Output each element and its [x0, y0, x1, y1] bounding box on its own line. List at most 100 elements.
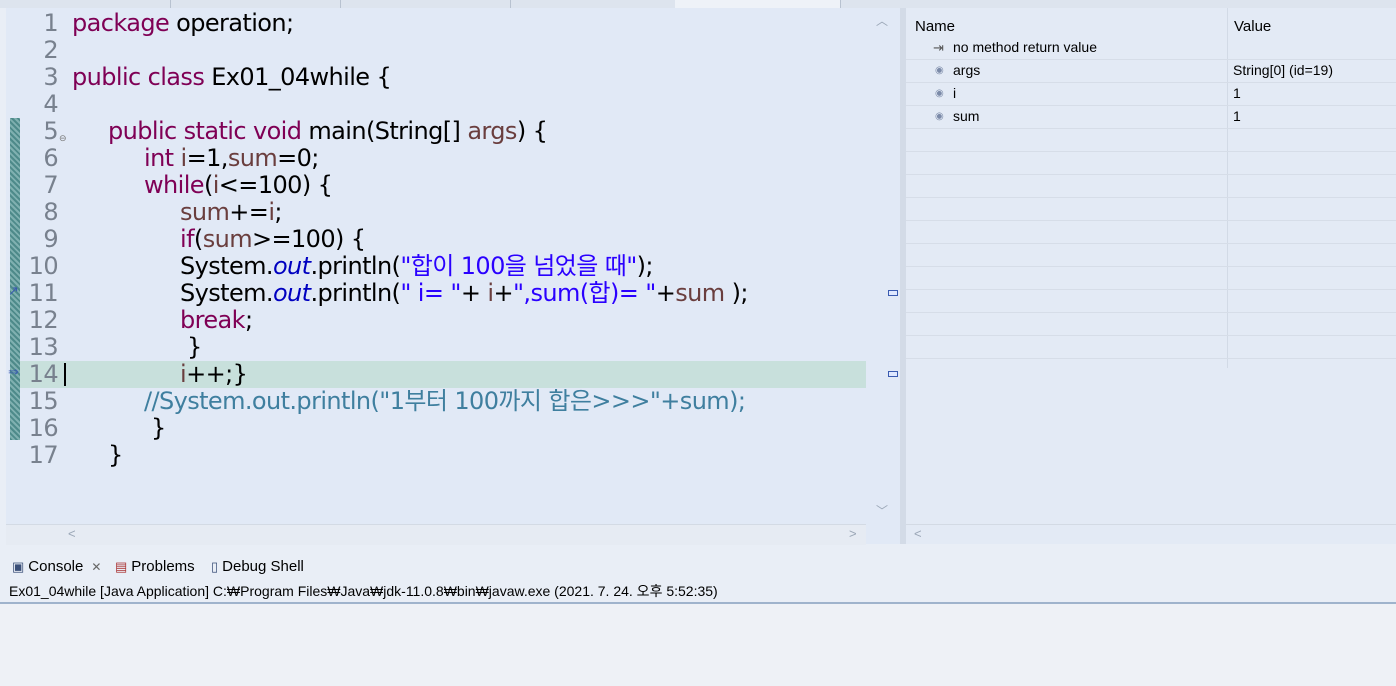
variable-row[interactable]: ◉ args String[0] (id=19) — [906, 59, 1396, 83]
code-line[interactable]: 7 while(i<=100) { — [20, 172, 866, 199]
code-token: ; — [244, 306, 253, 334]
code-line[interactable]: 12 break; — [20, 307, 866, 334]
code-line[interactable]: 9 if(sum>=100) { — [20, 226, 866, 253]
code-line[interactable]: 2 — [20, 37, 866, 64]
code-text: while(i<=100) { — [144, 171, 333, 199]
editor-tab[interactable] — [340, 0, 511, 8]
scroll-down-icon[interactable]: ﹀ — [876, 502, 888, 519]
code-line[interactable]: 1 package operation; — [20, 10, 866, 37]
code-line-current[interactable]: 14 i++;} — [20, 361, 866, 388]
scroll-right-icon[interactable]: > — [849, 526, 857, 541]
console-icon: ▣ — [12, 558, 25, 574]
code-token: " i= " — [400, 279, 461, 307]
empty-row — [906, 243, 1396, 267]
code-token: int — [144, 144, 174, 172]
overview-marker[interactable] — [888, 290, 898, 296]
variable-name: i — [953, 85, 957, 101]
close-icon[interactable]: ✕ — [91, 560, 101, 574]
column-header-value[interactable]: Value — [1234, 18, 1271, 35]
code-token: break — [180, 306, 246, 334]
tab-problems[interactable]: ▤ Problems — [115, 558, 195, 575]
editor-gutter[interactable]: ↗ ⇒ — [6, 8, 20, 528]
code-token: } — [144, 414, 166, 442]
editor-horizontal-scrollbar[interactable]: < > — [6, 524, 866, 545]
console-output-area[interactable] — [0, 604, 1396, 686]
editor-tab[interactable] — [510, 0, 676, 8]
empty-row — [906, 220, 1396, 244]
variable-row[interactable]: ◉ sum 1 — [906, 105, 1396, 129]
code-line[interactable]: 10 System.out.println("합이 100을 넘었을 때"); — [20, 253, 866, 280]
code-token: main(String[] — [301, 117, 468, 145]
editor-tab[interactable] — [170, 0, 341, 8]
tab-label: Debug Shell — [222, 558, 304, 575]
console-process-header: Ex01_04while [Java Application] C:₩Progr… — [0, 580, 1396, 604]
code-line[interactable]: 13 } — [20, 334, 866, 361]
code-text: public static void main(String[] args) { — [108, 117, 548, 145]
code-token: ; — [274, 198, 282, 226]
overview-marker[interactable] — [888, 371, 898, 377]
empty-row — [906, 174, 1396, 198]
editor-tab[interactable] — [0, 0, 171, 8]
code-token: sum — [675, 279, 725, 307]
scroll-left-icon[interactable]: < — [914, 526, 922, 541]
line-number: 2 — [43, 36, 58, 64]
code-line[interactable]: 17} — [20, 442, 866, 469]
code-token: ); — [636, 252, 654, 280]
code-token: += — [229, 198, 269, 226]
variables-view: Name Value ⇥ no method return value ◉ ar… — [906, 8, 1396, 544]
code-line[interactable]: 3 public class Ex01_04while { — [20, 64, 866, 91]
editor-tab-strip — [0, 0, 1396, 8]
scroll-left-icon[interactable]: < — [68, 526, 76, 541]
tab-debug-shell[interactable]: ▯ Debug Shell — [211, 558, 304, 575]
column-header-name[interactable]: Name — [915, 18, 955, 35]
code-token: } — [180, 333, 202, 361]
return-icon: ⇥ — [933, 40, 944, 55]
code-text: } — [180, 334, 202, 361]
variable-name: no method return value — [953, 39, 1097, 55]
empty-row — [906, 128, 1396, 152]
code-token: =0; — [277, 144, 319, 172]
code-line[interactable]: 8 sum+=i; — [20, 199, 866, 226]
tab-label: Problems — [131, 558, 195, 575]
variables-horizontal-scrollbar[interactable]: < — [906, 524, 1396, 545]
editor-tab-active[interactable] — [675, 0, 841, 8]
code-token: sum — [202, 225, 253, 253]
line-number: 4 — [43, 90, 58, 118]
code-line[interactable]: 16 } — [20, 415, 866, 442]
tab-console[interactable]: ▣ Console ✕ — [12, 558, 101, 575]
line-number: 17 — [28, 441, 59, 469]
line-number: 1 — [43, 9, 58, 37]
empty-row — [906, 312, 1396, 336]
local-variable-icon: ◉ — [935, 65, 944, 76]
variable-row[interactable]: ⇥ no method return value — [906, 36, 1396, 60]
code-token: sum — [180, 198, 230, 226]
breakpoint-range-marker — [10, 118, 20, 440]
variable-row[interactable]: ◉ i 1 — [906, 82, 1396, 106]
code-text-area[interactable]: 1 package operation; 2 3 public class Ex01_0… — [20, 10, 866, 469]
code-token: ); — [724, 279, 749, 307]
code-line[interactable]: 6 int i=1,sum=0; — [20, 145, 866, 172]
code-editor[interactable]: ↗ ⇒ 1 package operation; 2 3 public class Ex… — [6, 8, 900, 545]
scroll-up-icon[interactable]: ︿ — [876, 12, 888, 29]
variables-header: Name Value — [906, 12, 1396, 36]
code-line[interactable]: 11 System.out.println(" i= "+ i+",sum(합)=… — [20, 280, 866, 307]
code-text: } — [144, 415, 166, 442]
editor-overview-ruler[interactable]: ︿ ﹀ — [866, 8, 900, 528]
code-line[interactable]: 4 — [20, 91, 866, 118]
code-token: if — [180, 225, 195, 253]
code-line[interactable]: 15 //System.out.println("1부터 100까지 합은>>>"… — [20, 388, 866, 415]
line-number: 14 — [28, 360, 59, 388]
code-token: while — [144, 171, 205, 199]
code-line[interactable]: 5 ⊖ public static void main(String[] args)… — [20, 118, 866, 145]
line-number: 13 — [28, 333, 59, 361]
code-token: System. — [180, 279, 274, 307]
code-text: int i=1,sum=0; — [144, 145, 319, 172]
empty-row — [906, 266, 1396, 290]
line-number: 15 — [28, 387, 59, 415]
code-text: sum+=i; — [180, 199, 282, 226]
code-text: System.out.println("합이 100을 넘었을 때"); — [180, 252, 654, 280]
line-number: 9 — [43, 225, 58, 253]
code-text: } — [108, 442, 123, 469]
code-token: //System.out.println("1부터 100까지 합은>>>"+s… — [144, 387, 746, 415]
code-token: ++;} — [186, 360, 248, 388]
